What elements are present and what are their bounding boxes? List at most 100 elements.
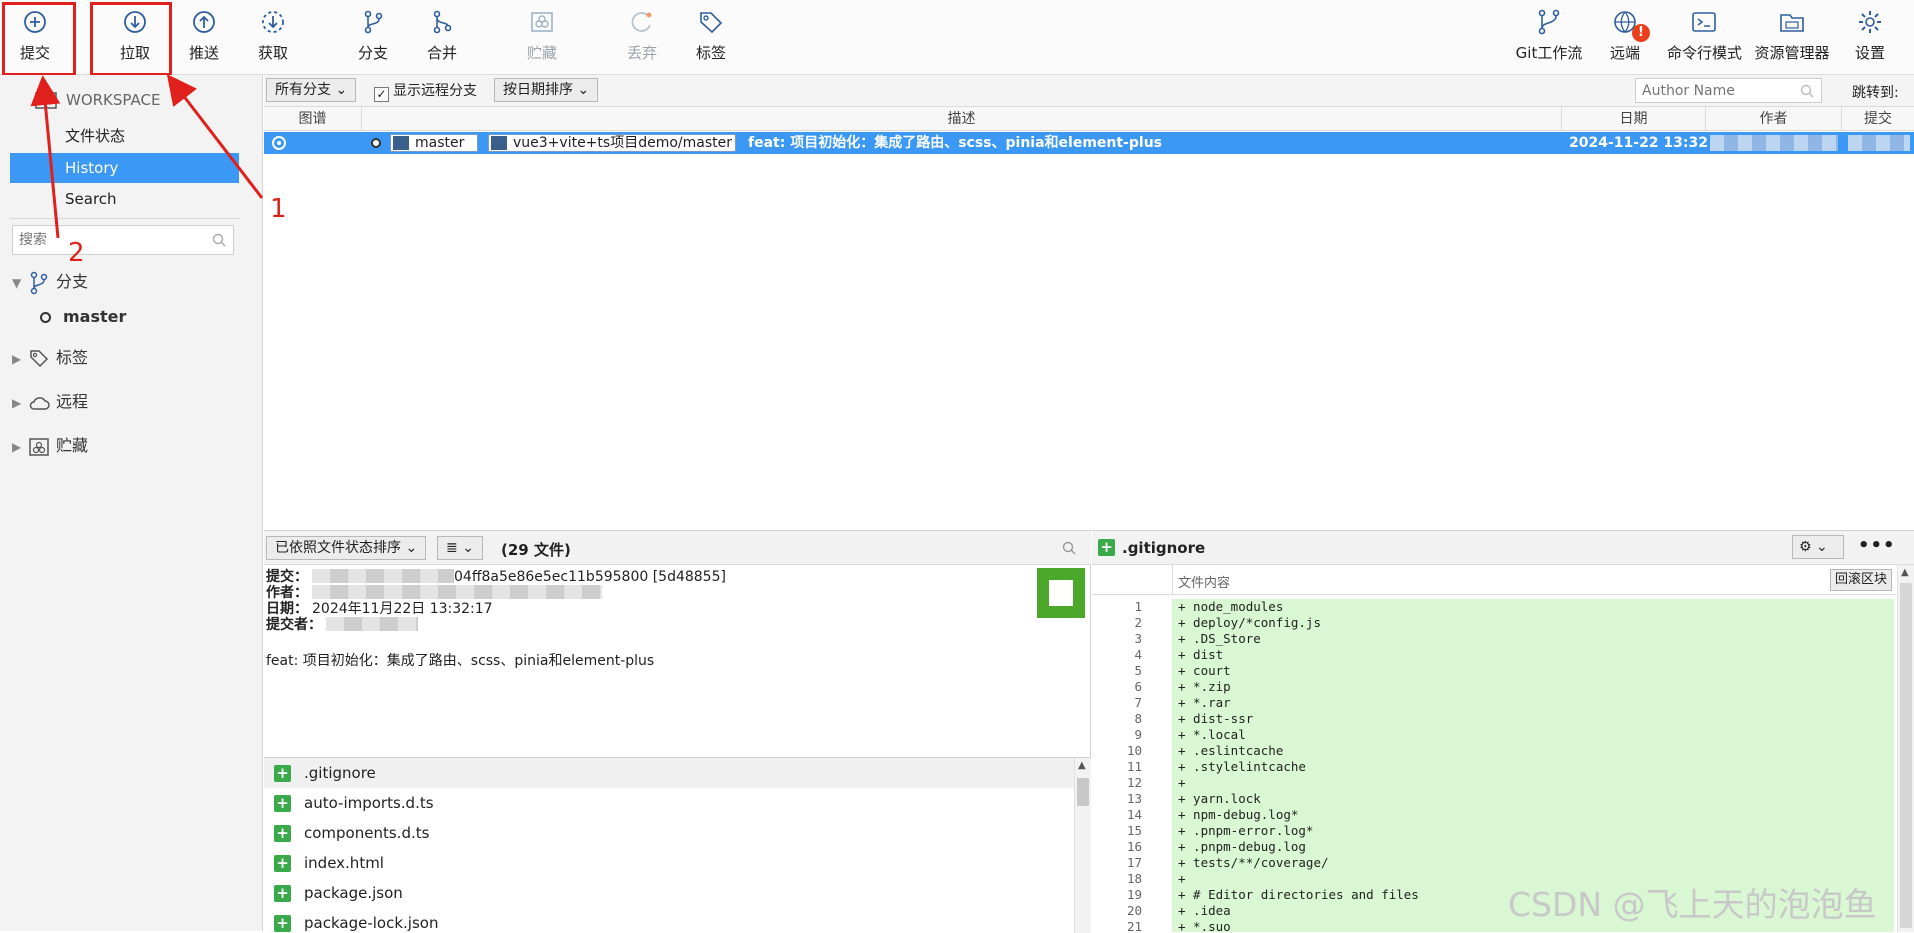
- file-list-item[interactable]: + .gitignore: [264, 758, 1074, 788]
- sort-select[interactable]: 按日期排序 ⌄: [494, 78, 599, 102]
- diff-line[interactable]: 6 + *.zip: [1092, 679, 1914, 695]
- diff-line[interactable]: 12 +: [1092, 775, 1914, 791]
- scrollbar-thumb[interactable]: [1077, 778, 1089, 806]
- line-number: 14: [1126, 807, 1142, 822]
- discard-icon: [631, 12, 652, 32]
- jump-to-label[interactable]: 跳转到:: [1852, 82, 1899, 102]
- chevron-up-icon: ▲: [1901, 567, 1909, 578]
- diff-line[interactable]: 14 + npm-debug.log*: [1092, 807, 1914, 823]
- branch-button[interactable]: 分支: [338, 8, 408, 68]
- stash-label: 贮藏: [526, 44, 557, 62]
- diff-line[interactable]: 8 + dist-ssr: [1092, 711, 1914, 727]
- list-view-select[interactable]: ≣ ⌄: [437, 536, 483, 560]
- diff-line[interactable]: 16 + .pnpm-debug.log: [1092, 839, 1914, 855]
- diff-file-name: .gitignore: [1122, 539, 1206, 557]
- sidebar-section-branches[interactable]: ▼ 分支: [12, 267, 88, 297]
- sidebar-section-remotes[interactable]: ▶ 远程: [12, 387, 88, 417]
- file-sort-select[interactable]: 已依照文件状态排序 ⌄: [266, 536, 427, 560]
- local-branch-name: master: [415, 135, 465, 151]
- diff-line[interactable]: 10 + .eslintcache: [1092, 743, 1914, 759]
- line-content: + npm-debug.log*: [1172, 807, 1894, 823]
- settings-label: 设置: [1854, 44, 1885, 62]
- col-date[interactable]: 日期: [1562, 107, 1706, 131]
- show-remote-checkbox[interactable]: ✓ 显示远程分支: [374, 80, 477, 102]
- diff-line[interactable]: 9 + *.local: [1092, 727, 1914, 743]
- terminal-button[interactable]: 命令行模式: [1667, 8, 1742, 68]
- details-toolbar: 已依照文件状态排序 ⌄ ≣ ⌄ (29 文件): [264, 531, 1091, 565]
- col-author[interactable]: 作者: [1706, 107, 1842, 131]
- sidebar-branch-master[interactable]: master: [40, 302, 126, 332]
- diff-line[interactable]: 2 + deploy/*config.js: [1092, 615, 1914, 631]
- diff-line[interactable]: 11 + .stylelintcache: [1092, 759, 1914, 775]
- diff-line[interactable]: 13 + yarn.lock: [1092, 791, 1914, 807]
- commit-details-panel: 已依照文件状态排序 ⌄ ≣ ⌄ (29 文件) 提交： 04ff8a5e86e5e…: [264, 530, 1091, 933]
- author-filter-input[interactable]: [1635, 78, 1822, 103]
- file-added-icon: +: [274, 765, 291, 782]
- diff-line[interactable]: 17 + tests/**/coverage/: [1092, 855, 1914, 871]
- file-list-item[interactable]: + index.html: [264, 848, 1074, 878]
- remote-button[interactable]: ! 远端: [1590, 8, 1660, 68]
- tag-button[interactable]: 标签: [676, 8, 746, 68]
- watermark: CSDN @飞上天的泡泡鱼: [1508, 885, 1877, 924]
- diff-line[interactable]: 3 + .DS_Store: [1092, 631, 1914, 647]
- line-content: + dist-ssr: [1172, 711, 1894, 727]
- diff-line[interactable]: 7 + *.rar: [1092, 695, 1914, 711]
- file-name: components.d.ts: [304, 824, 430, 842]
- cloud-icon: [29, 396, 50, 410]
- chevron-down-icon: ⌄: [335, 82, 348, 98]
- remote-branch-tag[interactable]: vue3+vite+ts项目demo/master: [488, 134, 736, 152]
- meta-committer-label: 提交者：: [266, 617, 322, 633]
- diff-options-button[interactable]: ⚙ ⌄: [1792, 535, 1844, 559]
- gitflow-button[interactable]: Git工作流: [1514, 8, 1584, 68]
- diff-line[interactable]: 5 + court: [1092, 663, 1914, 679]
- stash-button[interactable]: 贮藏: [507, 8, 577, 68]
- rollback-hunk-button[interactable]: 回滚区块: [1830, 569, 1893, 591]
- settings-button[interactable]: 设置: [1835, 8, 1905, 68]
- local-branch-tag[interactable]: master: [390, 134, 478, 152]
- sidebar-section-tags[interactable]: ▶ 标签: [12, 343, 88, 373]
- chevron-right-icon: ▶: [12, 440, 22, 454]
- show-remote-label: 显示远程分支: [393, 83, 477, 99]
- head-marker-icon: [371, 138, 381, 148]
- file-list-scrollbar[interactable]: ▲: [1074, 758, 1091, 933]
- col-description[interactable]: 描述: [362, 107, 1562, 131]
- sidebar-section-stashes[interactable]: ▶ 贮藏: [12, 431, 88, 461]
- merge-button[interactable]: 合并: [407, 8, 477, 68]
- file-list-item[interactable]: + package-lock.json: [264, 908, 1074, 933]
- discard-button[interactable]: 丢弃: [607, 8, 677, 68]
- col-commit[interactable]: 提交: [1842, 107, 1914, 131]
- file-list-item[interactable]: + auto-imports.d.ts: [264, 788, 1074, 818]
- diff-line[interactable]: 4 + dist: [1092, 647, 1914, 663]
- line-content: + deploy/*config.js: [1172, 615, 1894, 631]
- merge-label: 合并: [426, 44, 457, 62]
- file-name: package-lock.json: [304, 914, 439, 932]
- gear-icon: [1859, 11, 1881, 33]
- commit-table-header: 图谱 描述 日期 作者 提交: [264, 107, 1914, 131]
- file-name: .gitignore: [304, 764, 376, 782]
- file-added-icon: +: [1098, 539, 1115, 556]
- terminal-icon: [1692, 12, 1716, 32]
- line-number: 19: [1126, 887, 1142, 902]
- explorer-button[interactable]: 资源管理器: [1752, 8, 1832, 68]
- file-added-icon: +: [274, 795, 291, 812]
- more-options-icon[interactable]: •••: [1858, 535, 1896, 556]
- chevron-down-icon: ⌄: [577, 82, 590, 98]
- line-number: 2: [1134, 615, 1142, 630]
- file-added-icon: +: [274, 915, 291, 932]
- diff-scrollbar[interactable]: ▲: [1897, 565, 1914, 932]
- diff-line[interactable]: 1 + node_modules: [1092, 599, 1914, 615]
- scrollbar-thumb[interactable]: [1900, 583, 1912, 928]
- search-icon[interactable]: [1062, 541, 1076, 555]
- meta-commit-label: 提交：: [266, 569, 308, 585]
- line-content: + .pnpm-error.log*: [1172, 823, 1894, 839]
- line-content: + .stylelintcache: [1172, 759, 1894, 775]
- diff-line[interactable]: 15 + .pnpm-error.log*: [1092, 823, 1914, 839]
- file-list-item[interactable]: + package.json: [264, 878, 1074, 908]
- file-list-item[interactable]: + components.d.ts: [264, 818, 1074, 848]
- annotation-number-2: 2: [68, 238, 85, 268]
- sidebar-section-label: 远程: [56, 392, 89, 411]
- chevron-down-icon: ▼: [12, 276, 22, 290]
- meta-date-label: 日期：: [266, 601, 308, 617]
- commit-row[interactable]: master vue3+vite+ts项目demo/master feat: 项…: [264, 132, 1914, 154]
- commit-hash[interactable]: 04ff8a5e86e5ec11b595800 [5d48855]: [454, 569, 726, 585]
